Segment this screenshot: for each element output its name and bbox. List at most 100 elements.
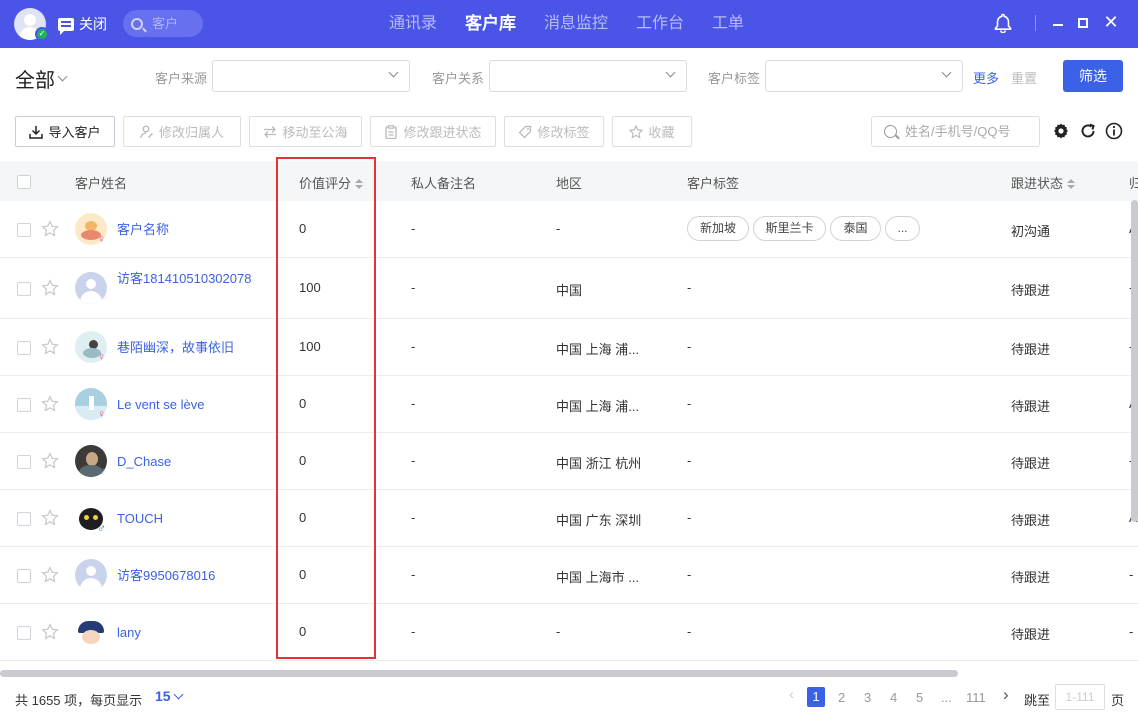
maximize-button[interactable] xyxy=(1075,13,1091,33)
select-all-checkbox[interactable] xyxy=(17,175,31,189)
horizontal-scrollbar[interactable] xyxy=(0,670,958,677)
star-icon[interactable] xyxy=(41,452,59,470)
close-chat-button[interactable]: 关闭 xyxy=(58,14,107,35)
import-icon xyxy=(29,125,44,139)
customer-tags: - xyxy=(687,396,692,411)
nav-contacts[interactable]: 通讯录 xyxy=(375,0,451,48)
tag-filter-label: 客户标签 xyxy=(708,71,761,86)
private-remark: - xyxy=(411,453,416,468)
change-status-button[interactable]: 修改跟进状态 xyxy=(370,116,496,147)
row-checkbox[interactable] xyxy=(17,626,31,640)
table-row[interactable]: ♀ Le vent se lève 0 - 中国 上海 浦... - 待跟进 A xyxy=(0,376,1138,433)
top-search-box[interactable] xyxy=(123,10,203,37)
bell-icon[interactable] xyxy=(994,13,1012,33)
row-checkbox[interactable] xyxy=(17,282,31,296)
favorite-button[interactable]: 收藏 xyxy=(612,116,692,147)
page-2[interactable]: 2 xyxy=(838,690,845,705)
female-icon: ♀ xyxy=(97,232,106,246)
page-1[interactable]: 1 xyxy=(807,687,825,707)
page-5[interactable]: 5 xyxy=(916,690,923,705)
star-icon[interactable] xyxy=(41,338,59,356)
value-score: 100 xyxy=(299,339,321,354)
row-checkbox[interactable] xyxy=(17,223,31,237)
page-4[interactable]: 4 xyxy=(890,690,897,705)
row-checkbox[interactable] xyxy=(17,512,31,526)
vertical-scrollbar[interactable] xyxy=(1131,200,1138,522)
source-filter-select[interactable] xyxy=(212,60,410,92)
more-tags-button[interactable]: ... xyxy=(885,216,920,241)
row-checkbox[interactable] xyxy=(17,455,31,469)
customer-name-link[interactable]: 访客9950678016 xyxy=(117,567,257,584)
header-owner: 归 xyxy=(1129,176,1138,191)
row-checkbox[interactable] xyxy=(17,569,31,583)
customer-name-link[interactable]: lany xyxy=(117,624,257,641)
region: 中国 xyxy=(556,283,583,298)
star-icon[interactable] xyxy=(41,220,59,238)
total-count: 共 1655 项，每页显示 xyxy=(15,693,143,708)
follow-status: 待跟进 xyxy=(1011,513,1051,528)
customer-tags: - xyxy=(687,339,692,354)
online-status-icon: ✓ xyxy=(35,27,49,41)
nav-customer-library[interactable]: 客户库 xyxy=(451,0,530,48)
top-search-input[interactable] xyxy=(152,16,198,31)
star-icon[interactable] xyxy=(41,623,59,641)
gear-icon[interactable] xyxy=(1052,122,1070,140)
info-icon[interactable] xyxy=(1105,122,1123,140)
customer-tags: - xyxy=(687,280,692,295)
header-region: 地区 xyxy=(556,176,583,191)
relation-filter-select[interactable] xyxy=(489,60,687,92)
minimize-button[interactable] xyxy=(1050,13,1066,33)
customer-name-link[interactable]: D_Chase xyxy=(117,453,257,470)
message-icon xyxy=(58,17,74,35)
next-page-icon[interactable]: › xyxy=(1003,685,1009,705)
table-row[interactable]: ♀ 客户名称 0 - - 新加坡 斯里兰卡 泰国 ... 初沟通 A xyxy=(0,201,1138,258)
import-customers-button[interactable]: 导入客户 xyxy=(15,116,115,147)
page-ellipsis[interactable]: ... xyxy=(941,690,952,705)
table-row[interactable]: ♂ TOUCH 0 - 中国 广东 深圳 - 待跟进 A xyxy=(0,490,1138,547)
more-filters-link[interactable]: 更多 xyxy=(973,68,999,87)
star-icon[interactable] xyxy=(41,279,59,297)
customer-name-link[interactable]: 巷陌幽深，故事依旧 xyxy=(117,339,277,356)
header-follow-status[interactable]: 跟进状态 xyxy=(1011,173,1076,192)
scope-dropdown[interactable]: 全部 xyxy=(15,64,68,93)
change-tags-button[interactable]: 修改标签 xyxy=(504,116,604,147)
region: 中国 上海 浦... xyxy=(556,342,640,357)
customer-name-link[interactable]: 客户名称 xyxy=(117,221,257,238)
star-icon xyxy=(629,124,644,139)
nav-tickets[interactable]: 工单 xyxy=(698,0,758,48)
window-close-button[interactable]: ✕ xyxy=(1102,11,1120,33)
move-to-pool-button[interactable]: 移动至公海 xyxy=(249,116,362,147)
table-row[interactable]: lany 0 - - - 待跟进 - xyxy=(0,604,1138,661)
star-icon[interactable] xyxy=(41,509,59,527)
sort-icon xyxy=(355,179,364,189)
nav-message-monitor[interactable]: 消息监控 xyxy=(530,0,622,48)
page-last[interactable]: 111 xyxy=(966,690,986,705)
jump-page-input[interactable] xyxy=(1055,684,1105,710)
customer-name-link[interactable]: Le vent se lève xyxy=(117,396,257,413)
customer-name-link[interactable]: 访客181410510302078 xyxy=(117,270,252,287)
customer-search-input[interactable] xyxy=(905,124,1035,139)
table-row[interactable]: 访客9950678016 0 - 中国 上海市 ... - 待跟进 - xyxy=(0,547,1138,604)
customer-search-box[interactable] xyxy=(871,116,1040,147)
row-checkbox[interactable] xyxy=(17,341,31,355)
star-icon[interactable] xyxy=(41,395,59,413)
filter-button[interactable]: 筛选 xyxy=(1063,60,1123,92)
table-row[interactable]: 访客181410510302078 100 - 中国 - 待跟进 - xyxy=(0,258,1138,319)
customer-name-link[interactable]: TOUCH xyxy=(117,510,257,527)
import-customers-label: 导入客户 xyxy=(48,125,101,140)
header-value-score[interactable]: 价值评分 xyxy=(299,173,364,192)
refresh-icon[interactable] xyxy=(1079,122,1097,140)
reset-filters-link[interactable]: 重置 xyxy=(1011,68,1037,87)
star-icon[interactable] xyxy=(41,566,59,584)
page-unit-label: 页 xyxy=(1111,693,1125,708)
table-row[interactable]: ♀ 巷陌幽深，故事依旧 100 - 中国 上海 浦... - 待跟进 - xyxy=(0,319,1138,376)
region: 中国 浙江 杭州 xyxy=(556,456,642,471)
nav-workbench[interactable]: 工作台 xyxy=(622,0,698,48)
row-checkbox[interactable] xyxy=(17,398,31,412)
prev-page-icon[interactable]: ‹ xyxy=(789,686,794,703)
change-owner-button[interactable]: 修改归属人 xyxy=(123,116,241,147)
page-3[interactable]: 3 xyxy=(864,690,871,705)
table-row[interactable]: ♂ D_Chase 0 - 中国 浙江 杭州 - 待跟进 - xyxy=(0,433,1138,490)
page-size-dropdown[interactable]: 15 xyxy=(155,688,184,704)
tag-filter-select[interactable] xyxy=(765,60,963,92)
